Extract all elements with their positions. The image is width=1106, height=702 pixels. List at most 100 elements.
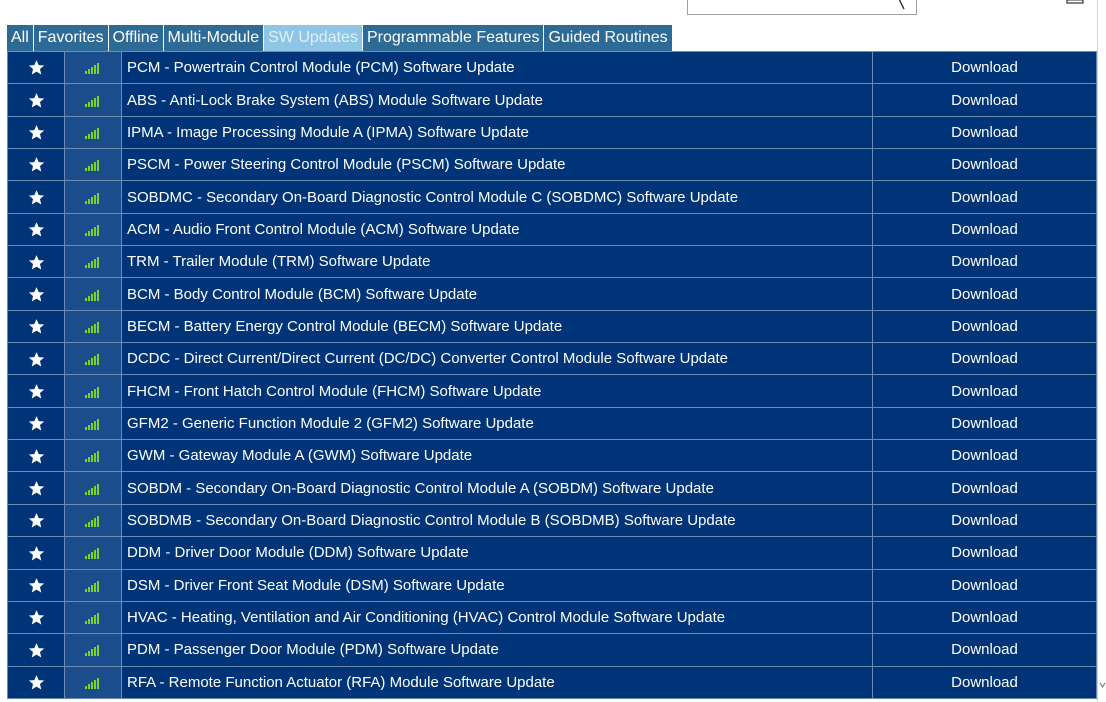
download-button[interactable]: Download <box>872 503 1097 538</box>
scroll-down-icon[interactable] <box>1098 680 1106 690</box>
favorite-cell[interactable] <box>7 568 65 602</box>
table-row[interactable]: DCDC - Direct Current/Direct Current (DC… <box>7 342 1097 376</box>
tab-programmable-features[interactable]: Programmable Features <box>362 25 544 51</box>
module-name[interactable]: GFM2 - Generic Function Module 2 (GFM2) … <box>121 406 873 441</box>
table-row[interactable]: FHCM - Front Hatch Control Module (FHCM)… <box>7 374 1097 408</box>
module-name[interactable]: RFA - Remote Function Actuator (RFA) Mod… <box>121 665 873 699</box>
star-icon[interactable] <box>28 642 45 659</box>
favorite-cell[interactable] <box>7 212 65 247</box>
table-row[interactable]: PDM - Passenger Door Module (PDM) Softwa… <box>7 633 1097 667</box>
toolbar-corner-icon[interactable] <box>1066 0 1084 5</box>
star-icon[interactable] <box>28 512 45 529</box>
favorite-cell[interactable] <box>7 50 65 85</box>
table-row[interactable]: TRM - Trailer Module (TRM) Software Upda… <box>7 245 1097 279</box>
star-icon[interactable] <box>28 448 45 465</box>
favorite-cell[interactable] <box>7 180 65 214</box>
table-row[interactable]: SOBDMB - Secondary On-Board Diagnostic C… <box>7 503 1097 538</box>
table-row[interactable]: DDM - Driver Door Module (DDM) Software … <box>7 536 1097 570</box>
tab-multi-module[interactable]: Multi-Module <box>163 25 264 51</box>
module-name[interactable]: BCM - Body Control Module (BCM) Software… <box>121 277 873 311</box>
download-button[interactable]: Download <box>872 83 1097 117</box>
module-name[interactable]: ABS - Anti-Lock Brake System (ABS) Modul… <box>121 83 873 117</box>
download-button[interactable]: Download <box>872 245 1097 279</box>
module-name[interactable]: TRM - Trailer Module (TRM) Software Upda… <box>121 245 873 279</box>
table-row[interactable]: ABS - Anti-Lock Brake System (ABS) Modul… <box>7 83 1097 117</box>
module-name[interactable]: PSCM - Power Steering Control Module (PS… <box>121 148 873 182</box>
favorite-cell[interactable] <box>7 471 65 505</box>
module-name[interactable]: SOBDMB - Secondary On-Board Diagnostic C… <box>121 503 873 538</box>
table-row[interactable]: IPMA - Image Processing Module A (IPMA) … <box>7 115 1097 150</box>
module-name[interactable]: BECM - Battery Energy Control Module (BE… <box>121 309 873 344</box>
download-button[interactable]: Download <box>872 50 1097 85</box>
download-button[interactable]: Download <box>872 600 1097 635</box>
star-icon[interactable] <box>28 221 45 238</box>
module-name[interactable]: IPMA - Image Processing Module A (IPMA) … <box>121 115 873 150</box>
star-icon[interactable] <box>28 674 45 691</box>
table-row[interactable]: DSM - Driver Front Seat Module (DSM) Sof… <box>7 568 1097 602</box>
star-icon[interactable] <box>28 609 45 626</box>
table-row[interactable]: ACM - Audio Front Control Module (ACM) S… <box>7 212 1097 247</box>
table-row[interactable]: BECM - Battery Energy Control Module (BE… <box>7 309 1097 344</box>
module-name[interactable]: PDM - Passenger Door Module (PDM) Softwa… <box>121 633 873 667</box>
table-row[interactable]: HVAC - Heating, Ventilation and Air Cond… <box>7 600 1097 635</box>
download-button[interactable]: Download <box>872 309 1097 344</box>
table-row[interactable]: GFM2 - Generic Function Module 2 (GFM2) … <box>7 406 1097 441</box>
table-row[interactable]: BCM - Body Control Module (BCM) Software… <box>7 277 1097 311</box>
favorite-cell[interactable] <box>7 536 65 570</box>
favorite-cell[interactable] <box>7 83 65 117</box>
favorite-cell[interactable] <box>7 374 65 408</box>
download-button[interactable]: Download <box>872 439 1097 473</box>
download-button[interactable]: Download <box>872 568 1097 602</box>
star-icon[interactable] <box>28 480 45 497</box>
star-icon[interactable] <box>28 577 45 594</box>
favorite-cell[interactable] <box>7 148 65 182</box>
module-name[interactable]: FHCM - Front Hatch Control Module (FHCM)… <box>121 374 873 408</box>
table-row[interactable]: RFA - Remote Function Actuator (RFA) Mod… <box>7 665 1097 699</box>
star-icon[interactable] <box>28 156 45 173</box>
tab-all[interactable]: All <box>7 25 33 51</box>
favorite-cell[interactable] <box>7 665 65 699</box>
module-name[interactable]: PCM - Powertrain Control Module (PCM) So… <box>121 50 873 85</box>
download-button[interactable]: Download <box>872 633 1097 667</box>
star-icon[interactable] <box>28 351 45 368</box>
download-button[interactable]: Download <box>872 148 1097 182</box>
download-button[interactable]: Download <box>872 180 1097 214</box>
module-name[interactable]: SOBDM - Secondary On-Board Diagnostic Co… <box>121 471 873 505</box>
tab-offline[interactable]: Offline <box>108 25 163 51</box>
table-row[interactable]: SOBDMC - Secondary On-Board Diagnostic C… <box>7 180 1097 214</box>
download-button[interactable]: Download <box>872 115 1097 150</box>
download-button[interactable]: Download <box>872 342 1097 376</box>
download-button[interactable]: Download <box>872 277 1097 311</box>
tab-favorites[interactable]: Favorites <box>33 25 108 51</box>
star-icon[interactable] <box>28 254 45 271</box>
star-icon[interactable] <box>28 545 45 562</box>
favorite-cell[interactable] <box>7 503 65 538</box>
favorite-cell[interactable] <box>7 406 65 441</box>
favorite-cell[interactable] <box>7 309 65 344</box>
star-icon[interactable] <box>28 383 45 400</box>
download-button[interactable]: Download <box>872 374 1097 408</box>
module-name[interactable]: DDM - Driver Door Module (DDM) Software … <box>121 536 873 570</box>
favorite-cell[interactable] <box>7 342 65 376</box>
download-button[interactable]: Download <box>872 471 1097 505</box>
star-icon[interactable] <box>28 286 45 303</box>
search-icon[interactable] <box>898 0 906 11</box>
tab-guided-routines[interactable]: Guided Routines <box>544 25 672 51</box>
favorite-cell[interactable] <box>7 600 65 635</box>
module-name[interactable]: DCDC - Direct Current/Direct Current (DC… <box>121 342 873 376</box>
star-icon[interactable] <box>28 92 45 109</box>
search-input[interactable] <box>687 0 917 15</box>
module-name[interactable]: DSM - Driver Front Seat Module (DSM) Sof… <box>121 568 873 602</box>
table-row[interactable]: PCM - Powertrain Control Module (PCM) So… <box>7 50 1097 85</box>
star-icon[interactable] <box>28 415 45 432</box>
favorite-cell[interactable] <box>7 115 65 150</box>
favorite-cell[interactable] <box>7 633 65 667</box>
star-icon[interactable] <box>28 189 45 206</box>
vertical-scrollbar[interactable] <box>1097 0 1106 702</box>
download-button[interactable]: Download <box>872 665 1097 699</box>
favorite-cell[interactable] <box>7 245 65 279</box>
module-name[interactable]: ACM - Audio Front Control Module (ACM) S… <box>121 212 873 247</box>
star-icon[interactable] <box>28 59 45 76</box>
module-name[interactable]: HVAC - Heating, Ventilation and Air Cond… <box>121 600 873 635</box>
favorite-cell[interactable] <box>7 439 65 473</box>
